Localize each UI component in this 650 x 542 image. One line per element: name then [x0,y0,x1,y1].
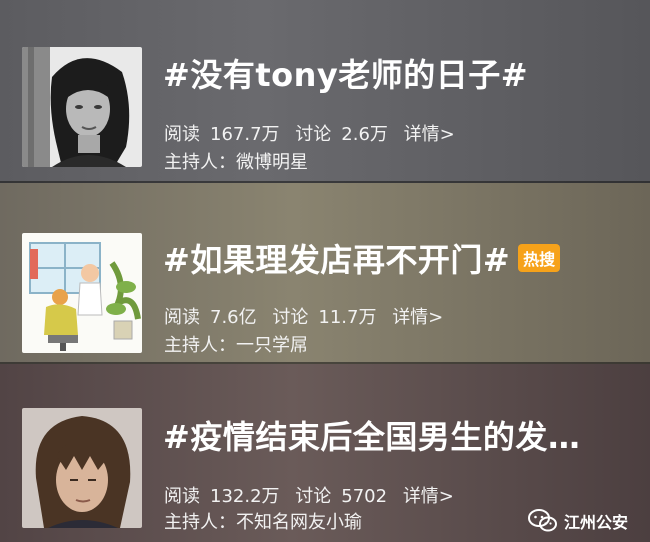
discuss-count: 2.6万 [341,124,388,145]
details-link[interactable]: 详情> [404,124,455,145]
topic-thumbnail [22,47,142,167]
host-name[interactable]: 不知名网友小瑜 [236,512,362,533]
discuss-label: 讨论 [295,124,332,145]
host-name[interactable]: 一只学屌 [236,335,308,356]
details-link[interactable]: 详情> [392,307,443,328]
topic-host: 主持人：微博明星 [164,148,308,174]
topic-stats: 阅读 7.6亿 讨论 11.7万 详情> [164,303,453,329]
discuss-label: 讨论 [272,307,309,328]
discuss-count: 5702 [341,486,388,507]
read-count: 7.6亿 [210,307,257,328]
discuss-count: 11.7万 [318,307,377,328]
topic-host: 主持人：不知名网友小瑜 [164,508,362,534]
topic-host: 主持人：一只学屌 [164,331,308,357]
topic-title[interactable]: #如果理发店再不开门# 热搜 [163,235,630,281]
hot-search-badge: 热搜 [518,244,561,272]
read-label: 阅读 [164,124,200,145]
read-label: 阅读 [164,486,200,507]
topic-feed: #没有tony老师的日子# 阅读 167.7万 讨论 2.6万 详情> 主持人：微博… [0,0,650,542]
host-name[interactable]: 微博明星 [236,152,308,173]
discuss-label: 讨论 [295,486,332,507]
topic-card[interactable]: #如果理发店再不开门# 热搜 阅读 7.6亿 讨论 11.7万 详情> 主持人：一只学… [0,183,650,364]
topic-thumbnail [22,233,142,353]
topic-thumbnail [22,408,142,528]
wechat-icon [527,509,557,532]
topic-title[interactable]: #疫情结束后全国男生的发… [163,412,630,458]
host-label: 主持人： [164,512,236,533]
topic-title-text[interactable]: #如果理发店再不开门# [163,241,510,279]
watermark: 江州公安 [527,508,628,534]
topic-stats: 阅读 167.7万 讨论 2.6万 详情> [164,120,465,146]
topic-stats: 阅读 132.2万 讨论 5702 详情> [164,482,464,508]
watermark-text: 江州公安 [563,513,628,532]
details-link[interactable]: 详情> [403,486,454,507]
read-label: 阅读 [164,307,200,328]
topic-card[interactable]: #没有tony老师的日子# 阅读 167.7万 讨论 2.6万 详情> 主持人：微博… [0,0,650,183]
host-label: 主持人： [164,152,236,173]
host-label: 主持人： [164,335,236,356]
read-count: 167.7万 [210,124,280,145]
read-count: 132.2万 [210,486,280,507]
topic-title[interactable]: #没有tony老师的日子# [163,50,630,96]
